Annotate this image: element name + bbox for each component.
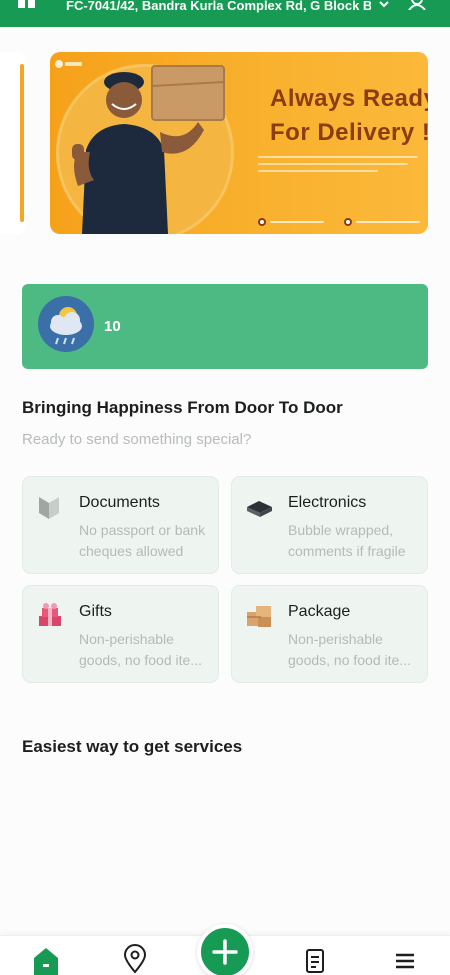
delivery-address[interactable]: FC-7041/42, Bandra Kurla Complex Rd, G B… bbox=[66, 0, 371, 13]
phone-icon bbox=[258, 218, 266, 226]
banner-fine-print bbox=[258, 156, 428, 184]
service-card-documents[interactable]: Documents No passport or bank cheques al… bbox=[22, 476, 219, 574]
banner-contacts bbox=[258, 216, 428, 228]
top-header: FC-7041/42, Bandra Kurla Complex Rd, G B… bbox=[0, 0, 450, 27]
orders-icon bbox=[306, 949, 324, 973]
section-subtitle: Ready to send something special? bbox=[22, 431, 252, 448]
service-description: Bubble wrapped, comments if fragile bbox=[288, 522, 406, 559]
nav-home[interactable] bbox=[26, 936, 66, 975]
menu-icon bbox=[396, 953, 414, 969]
section-title: Bringing Happiness From Door To Door bbox=[22, 398, 343, 417]
chevron-down-icon[interactable] bbox=[378, 0, 390, 10]
add-icon bbox=[212, 939, 238, 965]
nav-menu[interactable] bbox=[385, 936, 425, 975]
service-card-gifts[interactable]: Gifts Non-perishable goods, no food ite.… bbox=[22, 585, 219, 683]
banner-headline-line2: For Delivery ! bbox=[270, 119, 428, 146]
banner-headline-line1: Always Ready bbox=[270, 85, 428, 112]
service-title: Electronics bbox=[288, 494, 367, 511]
banner-previous-slide[interactable] bbox=[0, 52, 26, 234]
service-title: Package bbox=[288, 603, 351, 620]
service-card-package[interactable]: Package Non-perishable goods, no food it… bbox=[231, 585, 428, 683]
delivery-person-image bbox=[72, 65, 225, 234]
documents-icon bbox=[39, 497, 59, 519]
location-pin-icon bbox=[123, 944, 147, 974]
app-logo-icon[interactable] bbox=[18, 0, 44, 10]
service-description: Non-perishable goods, no food ite... bbox=[79, 631, 202, 668]
user-icon[interactable] bbox=[405, 0, 429, 10]
nav-orders[interactable] bbox=[295, 936, 335, 975]
service-description: Non-perishable goods, no food ite... bbox=[288, 631, 411, 668]
package-icon bbox=[247, 606, 271, 627]
service-card-electronics[interactable]: Electronics Bubble wrapped, comments if … bbox=[231, 476, 428, 574]
service-description: No passport or bank cheques allowed bbox=[79, 522, 206, 559]
service-title: Documents bbox=[79, 494, 160, 511]
web-icon bbox=[344, 218, 352, 226]
weather-temperature: 10 bbox=[104, 318, 121, 335]
home-icon bbox=[34, 948, 58, 975]
gift-icon bbox=[39, 603, 61, 626]
weather-card[interactable]: 10 bbox=[22, 284, 428, 369]
promo-banner[interactable]: Always Ready For Delivery ! bbox=[50, 52, 428, 234]
rain-cloud-icon bbox=[38, 296, 94, 352]
service-title: Gifts bbox=[79, 603, 112, 620]
nav-location[interactable] bbox=[115, 936, 155, 975]
add-order-button[interactable] bbox=[197, 924, 253, 975]
electronics-icon bbox=[247, 501, 272, 517]
services-section-title: Easiest way to get services bbox=[22, 737, 243, 756]
banner-headline: Always Ready For Delivery ! bbox=[270, 82, 428, 150]
